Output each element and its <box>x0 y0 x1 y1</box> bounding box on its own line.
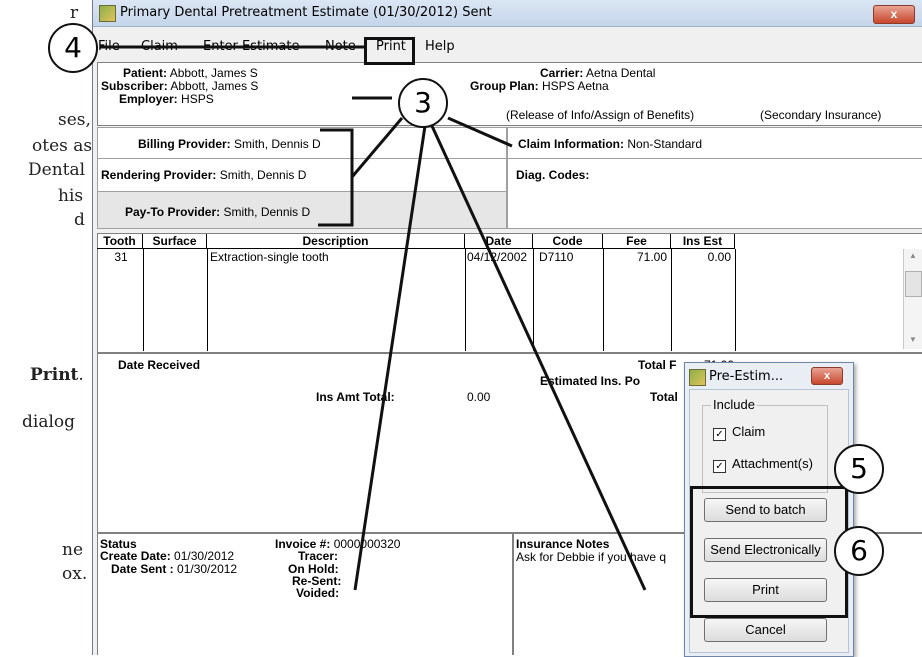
callout-lines <box>100 45 842 591</box>
callout-4: 4 <box>48 23 98 73</box>
callout-3: 3 <box>398 78 448 128</box>
callout-6: 6 <box>834 526 884 576</box>
callout-5: 5 <box>834 444 884 494</box>
